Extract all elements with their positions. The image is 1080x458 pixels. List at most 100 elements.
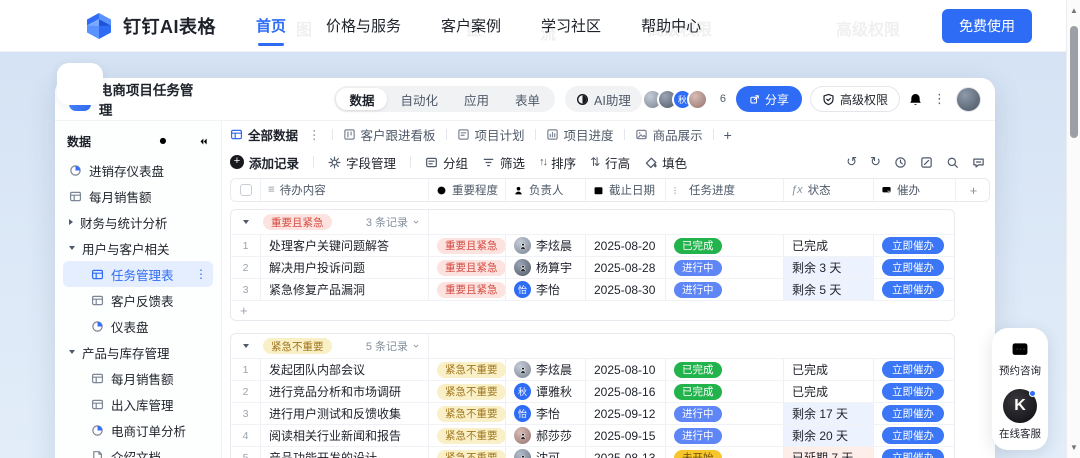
user-avatar[interactable] bbox=[956, 87, 981, 112]
column-status[interactable]: ƒx 状态 bbox=[784, 179, 874, 201]
view-tab-all-data[interactable]: 全部数据 bbox=[230, 125, 298, 144]
nav-item-cases[interactable]: 客户案例 bbox=[441, 15, 501, 36]
owner-cell[interactable]: 郝莎莎 bbox=[506, 425, 586, 446]
column-due-date[interactable]: 截止日期 bbox=[586, 179, 666, 201]
consult-label[interactable]: 预约咨询 bbox=[999, 363, 1041, 378]
table-row[interactable]: 4 阅读相关行业新闻和报告 紧急不重要 郝莎莎 2025-09-15 进行中 剩… bbox=[231, 424, 954, 446]
scroll-down-arrow-icon[interactable]: ▼ bbox=[1067, 443, 1080, 452]
group-button[interactable]: 分组 bbox=[425, 153, 468, 172]
collapse-sidebar-icon[interactable] bbox=[198, 136, 209, 147]
progress-cell[interactable]: 已完成 bbox=[666, 235, 784, 256]
owner-cell[interactable]: 秋谭雅秋 bbox=[506, 381, 586, 402]
scroll-up-arrow-icon[interactable]: ▲ bbox=[1067, 6, 1080, 15]
group-pill[interactable]: 紧急不重要 bbox=[263, 338, 332, 354]
nav-item-home[interactable]: 首页 bbox=[256, 15, 286, 36]
table-row[interactable]: 3 紧急修复产品漏洞 重要且紧急 怡李怡 2025-08-30 进行中 剩余 5… bbox=[231, 278, 954, 300]
progress-cell[interactable]: 未开始 bbox=[666, 447, 784, 458]
column-remind[interactable]: 催办 bbox=[874, 179, 956, 201]
view-tab-kanban[interactable]: 客户跟进看板 bbox=[343, 125, 436, 144]
history-icon[interactable] bbox=[894, 156, 907, 169]
task-cell[interactable]: 进行竞品分析和市场调研 bbox=[261, 381, 429, 402]
due-date-cell[interactable]: 2025-09-15 bbox=[586, 425, 666, 446]
due-date-cell[interactable]: 2025-08-10 bbox=[586, 359, 666, 380]
remind-cell[interactable]: 立即催办 bbox=[874, 359, 955, 380]
caret-down-icon[interactable] bbox=[243, 344, 249, 348]
page-scrollbar[interactable]: ▲ ▼ bbox=[1066, 0, 1080, 458]
sidebar-item-monthly-sales[interactable]: 每月销售额 bbox=[63, 183, 213, 209]
status-cell[interactable]: 剩余 3 天 bbox=[784, 257, 874, 278]
redo-icon[interactable]: ↻ bbox=[870, 154, 881, 170]
sidebar-item-warehouse[interactable]: 出入库管理 bbox=[63, 391, 213, 417]
advanced-permission-button[interactable]: 高级权限 bbox=[810, 86, 900, 112]
remind-button[interactable]: 立即催办 bbox=[882, 405, 944, 422]
more-options-icon[interactable]: ⋮ bbox=[931, 91, 948, 107]
priority-cell[interactable]: 重要且紧急 bbox=[429, 235, 506, 256]
task-cell[interactable]: 进行用户测试和反馈收集 bbox=[261, 403, 429, 424]
remind-cell[interactable]: 立即催办 bbox=[874, 425, 955, 446]
sidebar-group-finance[interactable]: 财务与统计分析 bbox=[63, 209, 213, 235]
comment-icon[interactable] bbox=[972, 156, 985, 169]
column-owner[interactable]: 负责人 bbox=[506, 179, 586, 201]
view-tab-progress[interactable]: 项目进度 bbox=[546, 125, 614, 144]
remind-button[interactable]: 立即催办 bbox=[882, 427, 944, 444]
add-record-row[interactable]: + bbox=[231, 300, 954, 320]
priority-cell[interactable]: 紧急不重要 bbox=[429, 381, 506, 402]
remind-cell[interactable]: 立即催办 bbox=[874, 403, 955, 424]
add-sheet-icon[interactable] bbox=[178, 136, 189, 147]
remind-button[interactable]: 立即催办 bbox=[882, 449, 944, 458]
filter-button[interactable]: 筛选 bbox=[482, 153, 525, 172]
priority-cell[interactable]: 紧急不重要 bbox=[429, 447, 506, 458]
group-count[interactable]: 3 条记录 bbox=[366, 214, 420, 230]
scrollbar-thumb[interactable] bbox=[1070, 26, 1078, 138]
collaborator-avatars[interactable]: 秋 bbox=[642, 89, 708, 110]
tab-automation[interactable]: 自动化 bbox=[387, 88, 451, 110]
owner-cell[interactable]: 李炫晨 bbox=[506, 359, 586, 380]
task-cell[interactable]: 阅读相关行业新闻和报告 bbox=[261, 425, 429, 446]
customer-service-logo[interactable]: K bbox=[1003, 389, 1037, 423]
row-height-button[interactable]: ⇅ 行高 bbox=[590, 153, 630, 172]
due-date-cell[interactable]: 2025-09-12 bbox=[586, 403, 666, 424]
due-date-cell[interactable]: 2025-08-16 bbox=[586, 381, 666, 402]
table-row[interactable]: 3 进行用户测试和反馈收集 紧急不重要 怡李怡 2025-09-12 进行中 剩… bbox=[231, 402, 954, 424]
record-edit-icon[interactable] bbox=[920, 156, 933, 169]
status-cell[interactable]: 已完成 bbox=[784, 359, 874, 380]
priority-cell[interactable]: 紧急不重要 bbox=[429, 403, 506, 424]
remind-cell[interactable]: 立即催办 bbox=[874, 257, 955, 278]
chat-bubble-icon[interactable] bbox=[1010, 340, 1030, 360]
column-progress[interactable]: 任务进度 bbox=[666, 179, 784, 201]
free-trial-button[interactable]: 免费使用 bbox=[942, 9, 1032, 43]
remind-button[interactable]: 立即催办 bbox=[882, 237, 944, 254]
owner-cell[interactable]: 怡李怡 bbox=[506, 279, 586, 300]
sort-button[interactable]: ↑↓ 排序 bbox=[539, 153, 576, 172]
tab-data[interactable]: 数据 bbox=[336, 88, 387, 110]
add-column-button[interactable]: + bbox=[956, 179, 991, 201]
progress-cell[interactable]: 进行中 bbox=[666, 425, 784, 446]
priority-cell[interactable]: 紧急不重要 bbox=[429, 425, 506, 446]
due-date-cell[interactable]: 2025-08-20 bbox=[586, 235, 666, 256]
remind-cell[interactable]: 立即催办 bbox=[874, 279, 955, 300]
select-all-cell[interactable] bbox=[231, 179, 261, 201]
share-button[interactable]: 分享 bbox=[736, 86, 802, 112]
status-cell[interactable]: 剩余 20 天 bbox=[784, 425, 874, 446]
nav-item-community[interactable]: 学习社区 bbox=[541, 15, 601, 36]
table-row[interactable]: 5 产品功能开发的设计 紧急不重要 沈可 2025-08-13 未开始 已延期 … bbox=[231, 446, 954, 458]
nav-item-help[interactable]: 帮助中心 bbox=[641, 15, 701, 36]
group-count[interactable]: 5 条记录 bbox=[366, 338, 420, 354]
field-manage-button[interactable]: 字段管理 bbox=[328, 153, 396, 172]
task-cell[interactable]: 处理客户关键问题解答 bbox=[261, 235, 429, 256]
undo-icon[interactable]: ↺ bbox=[846, 154, 857, 170]
fill-color-button[interactable]: 填色 bbox=[644, 153, 687, 172]
remind-button[interactable]: 立即催办 bbox=[882, 361, 944, 378]
view-tab-plan[interactable]: 项目计划 bbox=[457, 125, 525, 144]
group-header[interactable]: 重要且紧急 3 条记录 bbox=[231, 210, 954, 234]
column-priority[interactable]: 重要程度 bbox=[429, 179, 506, 201]
status-cell[interactable]: 剩余 5 天 bbox=[784, 279, 874, 300]
tab-app[interactable]: 应用 bbox=[451, 88, 502, 110]
priority-cell[interactable]: 重要且紧急 bbox=[429, 279, 506, 300]
owner-cell[interactable]: 沈可 bbox=[506, 447, 586, 458]
sidebar-item-intro-doc[interactable]: 介绍文档 bbox=[63, 443, 213, 458]
status-cell[interactable]: 已完成 bbox=[784, 235, 874, 256]
table-row[interactable]: 1 处理客户关键问题解答 重要且紧急 李炫晨 2025-08-20 已完成 已完… bbox=[231, 234, 954, 256]
remind-button[interactable]: 立即催办 bbox=[882, 281, 944, 298]
progress-cell[interactable]: 进行中 bbox=[666, 257, 784, 278]
